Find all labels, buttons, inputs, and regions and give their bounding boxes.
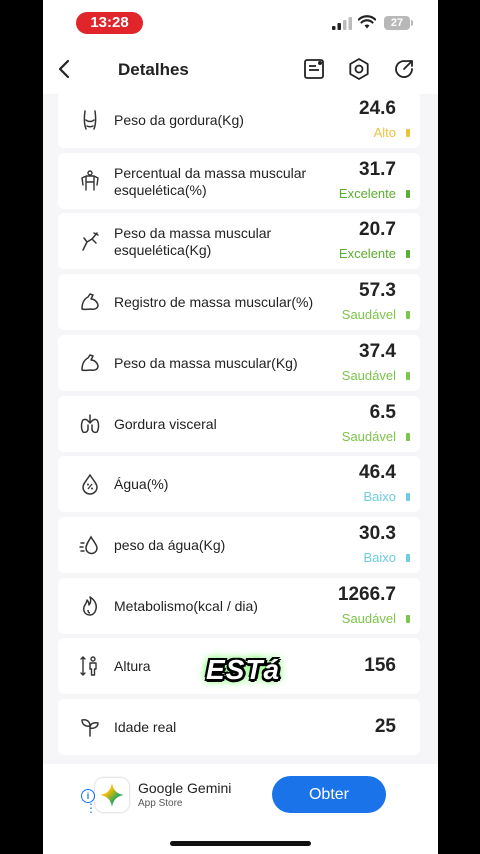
status-indicator — [406, 553, 410, 562]
metric-status: Alto — [373, 125, 396, 140]
metric-status: Saudável — [341, 367, 396, 383]
metric-label: Gordura visceral — [114, 415, 217, 432]
metric-value: 24.6 — [359, 98, 396, 119]
metric-value: 37.4 — [359, 340, 396, 362]
lungs-icon — [80, 413, 100, 433]
phone-screen: 13:28 27 Detalhes Peso da gordura(Kg) 24… — [43, 0, 438, 854]
muscle-body-icon — [81, 169, 99, 191]
flame-icon — [83, 595, 97, 616]
gemini-logo-icon — [95, 778, 129, 812]
metric-value: 57.3 — [359, 280, 396, 302]
battery-indicator: 27 — [384, 16, 413, 30]
metric-label: Peso da massa muscular(Kg) — [114, 354, 298, 371]
page-title: Detalhes — [118, 60, 189, 79]
metric-row[interactable]: Metabolismo(kcal / dia) 1266.7 Saudável — [58, 577, 420, 634]
metric-label: Metabolismo(kcal / dia) — [114, 597, 258, 614]
metric-value: 156 — [364, 655, 396, 677]
ad-banner: i ⋮ Google Gemini App Store Obter — [43, 764, 438, 854]
status-indicator — [406, 189, 410, 198]
metric-row[interactable]: Água(%) 46.4 Baixo — [58, 456, 420, 513]
metric-row[interactable]: Gordura visceral 6.5 Saudável — [58, 395, 420, 452]
metric-label: Água(%) — [114, 476, 169, 493]
metric-row[interactable]: peso da água(Kg) 30.3 Baixo — [58, 516, 420, 573]
metric-row[interactable]: Peso da massa muscular(Kg) 37.4 Saudável — [58, 334, 420, 391]
metric-row[interactable]: Registro de massa muscular(%) 57.3 Saudáve… — [58, 274, 420, 331]
metric-value: 25 — [374, 716, 396, 737]
status-indicator — [406, 432, 410, 441]
metric-status: Saudável — [341, 307, 396, 323]
status-indicator — [406, 371, 410, 380]
metric-value: 31.7 — [359, 158, 396, 180]
status-indicator — [406, 311, 410, 320]
metric-row[interactable]: Peso da gordura(Kg) 24.6 Alto — [58, 92, 420, 148]
height-icon — [80, 656, 97, 676]
metric-label: Peso da gordura(Kg) — [114, 112, 244, 128]
metric-status: Baixo — [363, 489, 396, 505]
report-icon[interactable] — [302, 57, 326, 81]
metric-label: Idade real — [114, 719, 177, 735]
status-indicator — [406, 614, 410, 623]
status-time: 13:28 — [76, 12, 143, 34]
ad-app-name: Google Gemini — [138, 780, 232, 796]
status-indicator — [406, 129, 410, 137]
share-icon[interactable] — [392, 57, 416, 81]
metric-value: 46.4 — [359, 462, 396, 484]
status-bar: 13:28 27 — [43, 0, 438, 44]
signal-icon — [332, 17, 352, 30]
metric-label: peso da água(Kg) — [114, 536, 226, 553]
water-drop-icon — [79, 535, 98, 555]
metric-label: Peso da massa muscular esquelética(Kg) — [114, 225, 272, 259]
arm-muscle-icon — [81, 354, 99, 371]
metric-status: Saudável — [341, 428, 396, 444]
arm-muscle-icon — [81, 293, 99, 311]
metric-value: 30.3 — [359, 522, 396, 544]
metric-value: 1266.7 — [337, 583, 396, 605]
fat-body-icon — [83, 110, 97, 130]
metric-label: Percentual da massa muscular esquelética… — [114, 164, 307, 198]
metric-status: Excelente — [338, 185, 396, 201]
skeletal-muscle-icon — [82, 232, 99, 252]
metric-status: Baixo — [363, 549, 396, 565]
metric-label: Registro de massa muscular(%) — [114, 294, 314, 311]
metric-row[interactable]: Idade real 25 — [58, 699, 420, 755]
metric-value: 20.7 — [359, 219, 396, 241]
settings-icon[interactable] — [347, 57, 371, 81]
wifi-icon — [358, 15, 376, 29]
metric-status: Excelente — [338, 246, 396, 262]
top-navigation-bar: Detalhes — [43, 44, 438, 94]
home-indicator — [170, 841, 311, 846]
metric-row[interactable]: Peso da massa muscular esquelética(Kg) 20… — [58, 213, 420, 270]
status-indicator — [406, 493, 410, 502]
get-app-button[interactable]: Obter — [272, 776, 386, 813]
back-icon[interactable] — [55, 57, 75, 81]
metric-status: Saudável — [341, 610, 396, 626]
status-indicator — [406, 250, 410, 259]
metric-row[interactable]: Percentual da massa muscular esquelética… — [58, 152, 420, 209]
ad-store-name: App Store — [138, 798, 183, 809]
metric-value: 6.5 — [369, 401, 396, 423]
sprout-icon — [81, 719, 99, 737]
video-caption: ESTá — [206, 654, 281, 685]
water-drop-percent-icon — [82, 473, 98, 495]
